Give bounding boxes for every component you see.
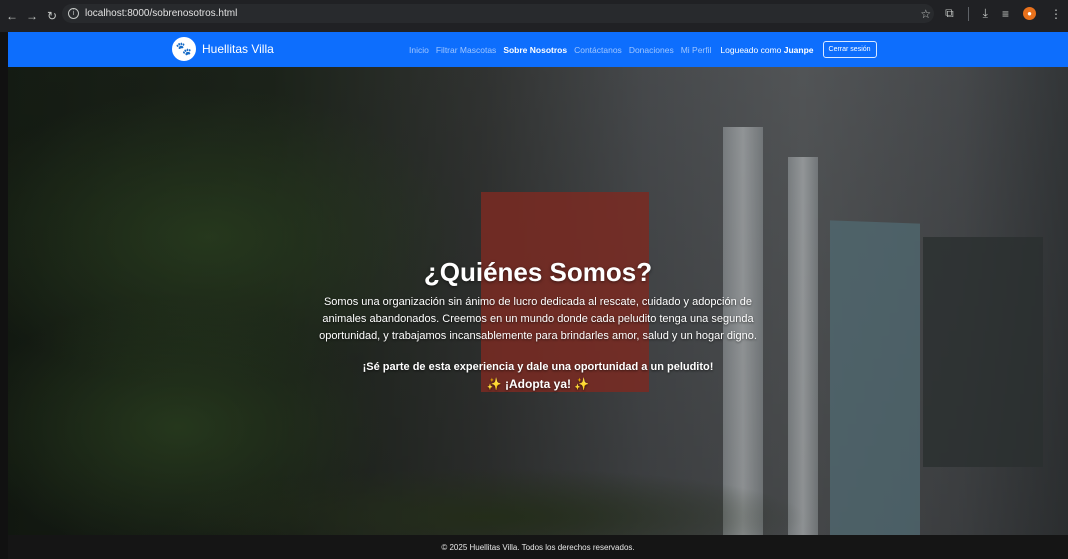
about-description: Somos una organización sin ánimo de lucr… — [319, 296, 757, 342]
toolbar-divider — [967, 6, 969, 21]
logged-user-status: Logueado como Juanpe — [720, 45, 813, 55]
bookmark-star-icon[interactable]: ☆ — [920, 7, 931, 21]
profile-icon[interactable]: ● — [1023, 7, 1036, 20]
nav-item-sobre-nosotros[interactable]: Sobre Nosotros — [503, 45, 567, 55]
navbar: 🐾 Huellitas Villa Inicio Filtrar Mascota… — [8, 32, 1068, 67]
sparkle-icon: ✨ — [486, 377, 502, 391]
paw-logo-icon: 🐾 — [172, 37, 196, 61]
address-bar[interactable]: i localhost:8000/sobrenosotros.html — [62, 4, 934, 23]
back-icon[interactable]: ← — [4, 8, 20, 24]
call-to-action: ¡Sé parte de esta experiencia y dale una… — [362, 361, 714, 373]
brand-name: Huellitas Villa — [202, 42, 274, 56]
logged-prefix: Logueado como — [720, 44, 782, 55]
extensions-icon[interactable]: ⧉ — [945, 6, 954, 21]
page-title: ¿Quiénes Somos? — [423, 257, 653, 287]
nav-item-filtrar-mascotas[interactable]: Filtrar Mascotas — [436, 45, 496, 55]
download-icon[interactable]: ⤓ — [983, 6, 988, 21]
brand-link[interactable]: 🐾 Huellitas Villa — [172, 37, 274, 61]
footer-copyright: © 2025 Huellitas Villa. Todos los derech… — [441, 542, 635, 552]
adopt-text: ¡Adopta ya! — [505, 377, 571, 391]
page-viewport: ¿Quiénes Somos? Somos una organización s… — [8, 32, 1068, 559]
nav-item-mi-perfil[interactable]: Mi Perfil — [681, 45, 712, 55]
site-info-icon[interactable]: i — [68, 8, 79, 19]
reload-icon[interactable]: ↻ — [44, 8, 60, 24]
username: Juanpe — [783, 44, 814, 55]
footer: © 2025 Huellitas Villa. Todos los derech… — [8, 535, 1068, 559]
nav-item-contactanos[interactable]: Contáctanos — [574, 45, 622, 55]
sparkle-icon: ✨ — [574, 377, 590, 391]
logout-button[interactable]: Cerrar sesión — [822, 41, 877, 58]
hero-content: ¿Quiénes Somos? Somos una organización s… — [8, 257, 1068, 391]
hero-background: ¿Quiénes Somos? Somos una organización s… — [8, 67, 1068, 559]
nav-item-inicio[interactable]: Inicio — [409, 45, 429, 55]
browser-toolbar: ← → ↻ i localhost:8000/sobrenosotros.htm… — [0, 0, 1068, 32]
url-text: localhost:8000/sobrenosotros.html — [85, 8, 238, 19]
nav-item-donaciones[interactable]: Donaciones — [629, 45, 674, 55]
menu-icon[interactable]: ⋮ — [1050, 7, 1062, 21]
nav-links: Inicio Filtrar Mascotas Sobre Nosotros C… — [409, 32, 877, 67]
adopt-line: ✨ ¡Adopta ya! ✨ — [8, 377, 1068, 391]
forward-icon[interactable]: → — [24, 8, 40, 24]
cast-icon[interactable]: ≡ — [1002, 7, 1009, 21]
